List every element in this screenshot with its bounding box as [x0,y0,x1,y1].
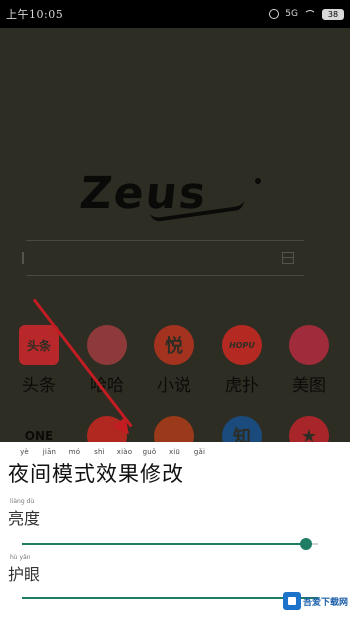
haha-icon [87,325,127,365]
app-haha[interactable]: 哈哈 [80,325,134,396]
site-watermark: 吾爱下载网 [283,592,348,610]
slider-thumb[interactable] [300,538,313,550]
app-label: 小说 [157,376,191,396]
eye-care-slider[interactable] [22,591,318,605]
app-meitu[interactable]: 美图 [282,325,336,396]
alarm-icon [269,9,280,19]
browser-home: Zeus 头条 头条 哈哈 悦 小说 HOPU 虎扑 美图 ONE 知 ★ [0,28,350,456]
pinyin-syllable: shì [94,448,105,456]
brightness-slider[interactable] [22,537,318,551]
app-toutiao[interactable]: 头条 头条 [12,325,66,396]
scan-icon[interactable] [282,252,294,264]
signal-icon: 5G [285,9,298,19]
app-novel[interactable]: 悦 小说 [147,325,201,396]
logo-dot [255,178,261,184]
meitu-icon [289,325,329,365]
app-label: 头条 [22,376,56,396]
pinyin-syllable: yè [20,448,29,456]
panel-title: 夜间模式效果修改 [8,462,184,486]
wifi-icon [304,10,316,18]
app-hupu[interactable]: HOPU 虎扑 [215,325,269,396]
search-left-mark [22,252,24,264]
status-bar: 上午10:05 5G 38 [0,0,350,28]
novel-icon: 悦 [154,325,194,365]
battery-icon: 38 [322,8,344,20]
status-time: 上午10:05 [6,8,64,21]
app-label: 美图 [292,376,326,396]
brightness-pinyin: liàng dù [10,498,35,505]
pinyin-syllable: guǒ [142,448,157,456]
watermark-logo-icon [283,592,301,610]
eye-care-label: 护眼 [8,565,41,584]
brightness-label: 亮度 [8,509,41,528]
pinyin-syllable: xiào [116,448,133,456]
slider-fill [22,543,307,545]
search-bar[interactable] [26,240,304,276]
toutiao-icon: 头条 [19,325,59,365]
pinyin-syllable: mó [68,448,81,456]
search-input[interactable] [26,241,266,275]
pinyin-syllable: xiū [168,448,181,456]
watermark-text: 吾爱下载网 [303,597,349,608]
slider-fill [22,597,318,599]
app-label: 虎扑 [225,376,259,396]
hupu-icon: HOPU [222,325,262,365]
title-pinyin: yè jiān mó shì xiào guǒ xiū gǎi [12,448,212,456]
pinyin-syllable: jiān [42,448,57,456]
status-icons: 5G 38 [269,8,344,20]
eye-care-pinyin: hù yǎn [10,554,31,561]
pinyin-syllable: gǎi [193,448,206,456]
